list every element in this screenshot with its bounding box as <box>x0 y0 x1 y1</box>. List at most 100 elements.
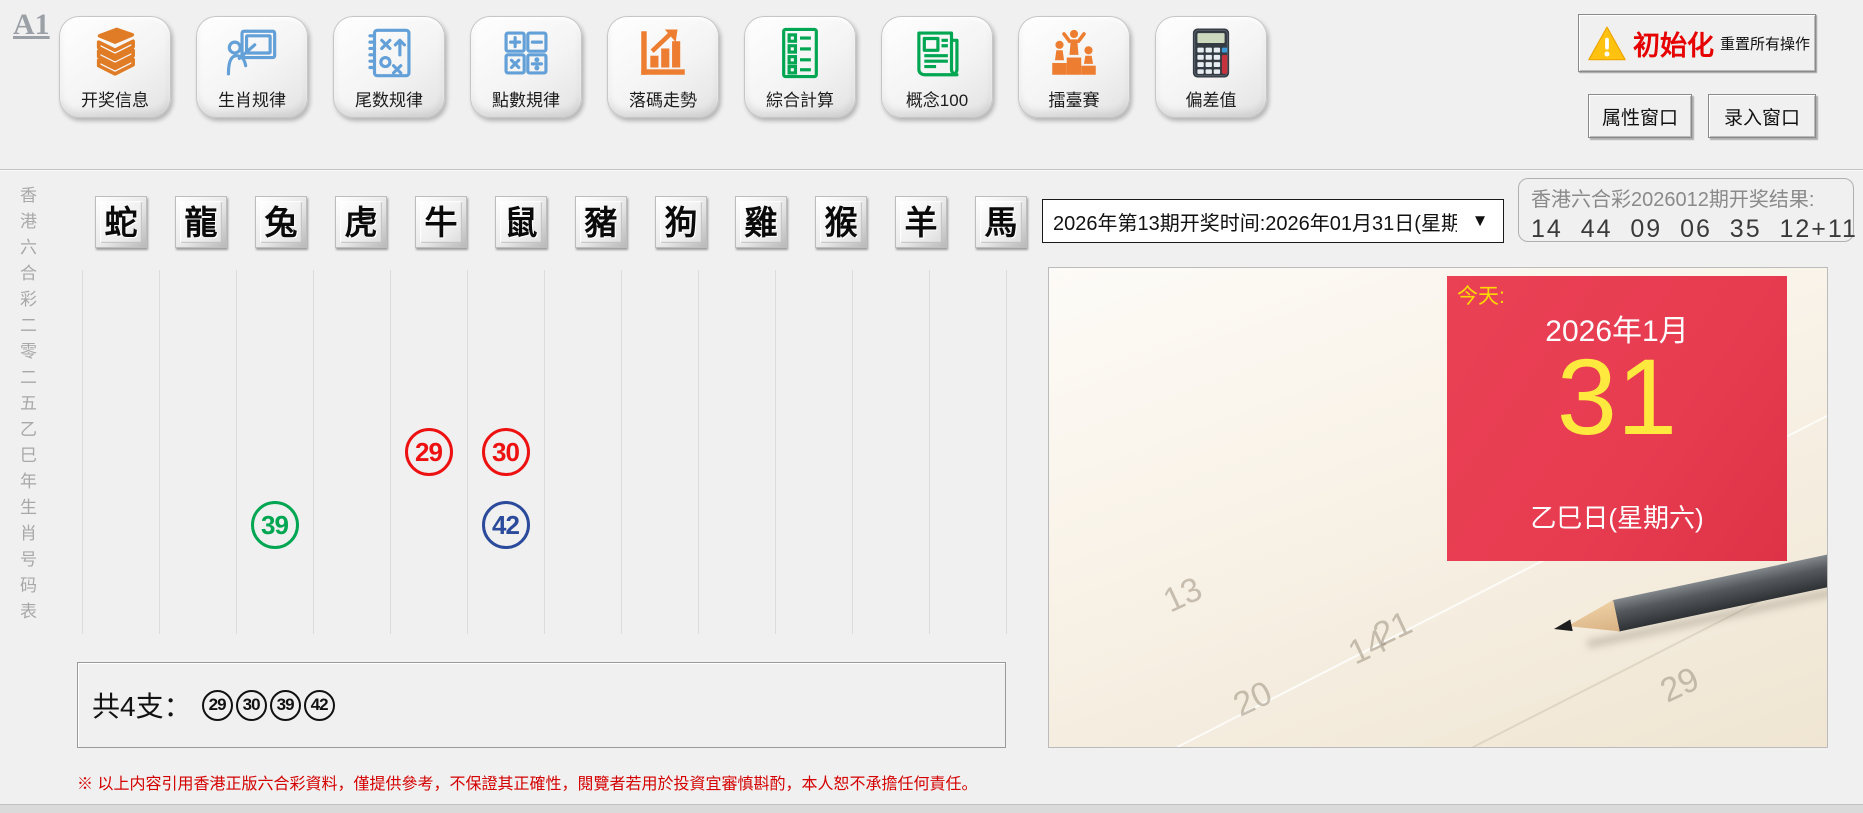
summary-box: 共4支： 29 30 39 42 <box>77 662 1006 748</box>
photo-faint-number: 13 <box>1157 569 1208 621</box>
rising-bar-chart-icon <box>634 24 692 82</box>
toolbar-separator <box>0 169 1863 171</box>
result-title: 香港六合彩2026012期开奖结果: <box>1531 189 1815 211</box>
column-separator <box>698 270 699 634</box>
math-operations-icon <box>497 24 555 82</box>
calendar-day: 31 <box>1556 336 1678 457</box>
zodiac-key-兔[interactable]: 兔 <box>255 196 307 248</box>
page-edge-line <box>1243 641 1827 747</box>
column-separator <box>544 270 545 634</box>
dropdown-arrow-icon[interactable]: ▼ <box>1457 211 1503 231</box>
draw-period-value: 2026年第13期开奖时间:2026年01月31日(星期六) <box>1053 212 1457 235</box>
pencil-image <box>1551 546 1827 649</box>
column-separator <box>313 270 314 634</box>
zodiac-key-羊[interactable]: 羊 <box>895 196 947 248</box>
zodiac-key-label: 龍 <box>184 203 218 241</box>
draw-period-dropdown[interactable]: 2026年第13期开奖时间:2026年01月31日(星期六) ▼ <box>1042 199 1504 243</box>
chart-number-circle-30: 30 <box>481 428 530 476</box>
toolbar-button-label: 概念100 <box>905 91 969 110</box>
toolbar-button-5[interactable]: 落碼走勢 <box>607 16 719 118</box>
column-separator <box>82 270 83 634</box>
entry-window-button[interactable]: 录入窗口 <box>1708 94 1816 138</box>
toolbar-button-7[interactable]: 概念100 <box>881 16 993 118</box>
zodiac-key-label: 狗 <box>664 203 698 241</box>
column-separator <box>852 270 853 634</box>
properties-window-button[interactable]: 属性窗口 <box>1588 94 1692 138</box>
toolbar-button-9[interactable]: 偏差值 <box>1155 16 1267 118</box>
zodiac-key-label: 蛇 <box>104 203 138 241</box>
column-separator <box>159 270 160 634</box>
zodiac-key-label: 牛 <box>424 203 458 241</box>
toolbar-button-label: 生肖规律 <box>218 91 286 110</box>
zodiac-key-label: 雞 <box>744 203 778 241</box>
chart-number-circle-39: 39 <box>250 501 299 549</box>
toolbar-button-label: 开奖信息 <box>81 91 149 110</box>
zodiac-key-蛇[interactable]: 蛇 <box>95 196 147 248</box>
initialize-button[interactable]: 初始化 重置所有操作 <box>1578 14 1816 72</box>
column-separator <box>775 270 776 634</box>
zodiac-key-label: 豬 <box>584 203 618 241</box>
teacher-board-icon <box>223 24 281 82</box>
today-date-card: 今天: 2026年1月 31 乙巳日(星期六) <box>1447 276 1787 561</box>
calendar-photo-panel: 132014212229 今天: 2026年1月 31 乙巳日(星期六) 系统验… <box>1048 267 1828 748</box>
podium-winners-icon <box>1045 24 1103 82</box>
corner-label: A1 <box>13 8 50 41</box>
zodiac-key-龍[interactable]: 龍 <box>175 196 227 248</box>
zodiac-key-label: 羊 <box>904 203 938 241</box>
toolbar-button-label: 點數規律 <box>492 91 560 110</box>
summary-number-circle-39: 39 <box>269 689 301 721</box>
zodiac-key-label: 馬 <box>984 203 1018 241</box>
zodiac-key-label: 鼠 <box>504 203 538 241</box>
chart-number-circle-29: 29 <box>404 428 453 476</box>
zodiac-key-label: 兔 <box>264 203 298 241</box>
photo-faint-number: 29 <box>1654 659 1705 711</box>
window-bottom-edge <box>0 804 1863 813</box>
zodiac-key-狗[interactable]: 狗 <box>655 196 707 248</box>
column-separator <box>1006 270 1007 634</box>
zodiac-key-牛[interactable]: 牛 <box>415 196 467 248</box>
summary-number-circle-29: 29 <box>201 689 233 721</box>
toolbar-button-label: 偏差值 <box>1185 91 1237 110</box>
summary-number-circle-42: 42 <box>303 689 335 721</box>
zodiac-key-豬[interactable]: 豬 <box>575 196 627 248</box>
column-separator <box>236 270 237 634</box>
reset-all-label: 重置所有操作 <box>1720 35 1811 53</box>
toolbar-button-8[interactable]: 擂臺賽 <box>1018 16 1130 118</box>
zodiac-key-雞[interactable]: 雞 <box>735 196 787 248</box>
zodiac-key-鼠[interactable]: 鼠 <box>495 196 547 248</box>
calendar-day-detail: 乙巳日(星期六) <box>1530 503 1704 533</box>
column-separator <box>467 270 468 634</box>
zodiac-key-猴[interactable]: 猴 <box>815 196 867 248</box>
column-separator <box>929 270 930 634</box>
summary-label: 共4支： <box>92 691 192 722</box>
column-separator <box>621 270 622 634</box>
zodiac-key-虎[interactable]: 虎 <box>335 196 387 248</box>
zodiac-key-label: 虎 <box>344 203 378 241</box>
toolbar-button-2[interactable]: 生肖规律 <box>196 16 308 118</box>
zodiac-key-label: 猴 <box>824 203 858 241</box>
toolbar-button-1[interactable]: 开奖信息 <box>59 16 171 118</box>
zodiac-key-馬[interactable]: 馬 <box>975 196 1027 248</box>
warning-icon <box>1587 24 1627 62</box>
app-window: A1 开奖信息 生肖规律 尾数规律 點數規律 落碼走勢 綜合計算 概念100 擂臺賽 偏差值 初… <box>0 0 1863 813</box>
books-stack-icon <box>86 24 144 82</box>
toolbar-button-label: 擂臺賽 <box>1048 91 1100 110</box>
newspaper-icon <box>908 24 966 82</box>
chart-number-circle-42: 42 <box>481 501 530 549</box>
side-vertical-title: 香港六合彩二零二五乙巳年生肖号码表 <box>17 186 36 628</box>
result-numbers: 14 44 09 06 35 12+11 <box>1531 215 1858 243</box>
checklist-icon <box>771 24 829 82</box>
column-separator <box>390 270 391 634</box>
toolbar-button-4[interactable]: 點數規律 <box>470 16 582 118</box>
toolbar-button-label: 尾数规律 <box>355 91 423 110</box>
strategy-book-icon <box>360 24 418 82</box>
latest-result-panel: 香港六合彩2026012期开奖结果: 14 44 09 06 35 12+11 <box>1518 178 1858 243</box>
calculator-icon <box>1182 24 1240 82</box>
toolbar-button-label: 落碼走勢 <box>629 91 697 110</box>
toolbar-button-6[interactable]: 綜合計算 <box>744 16 856 118</box>
summary-number-circle-30: 30 <box>235 689 267 721</box>
summary-number-list: 29 30 39 42 <box>201 689 338 721</box>
footer-disclaimer: ※ 以上内容引用香港正版六合彩資料，僅提供參考，不保證其正確性，閱覽者若用於投資… <box>77 776 978 793</box>
initialize-label: 初始化 <box>1633 30 1714 61</box>
toolbar-button-3[interactable]: 尾数规律 <box>333 16 445 118</box>
